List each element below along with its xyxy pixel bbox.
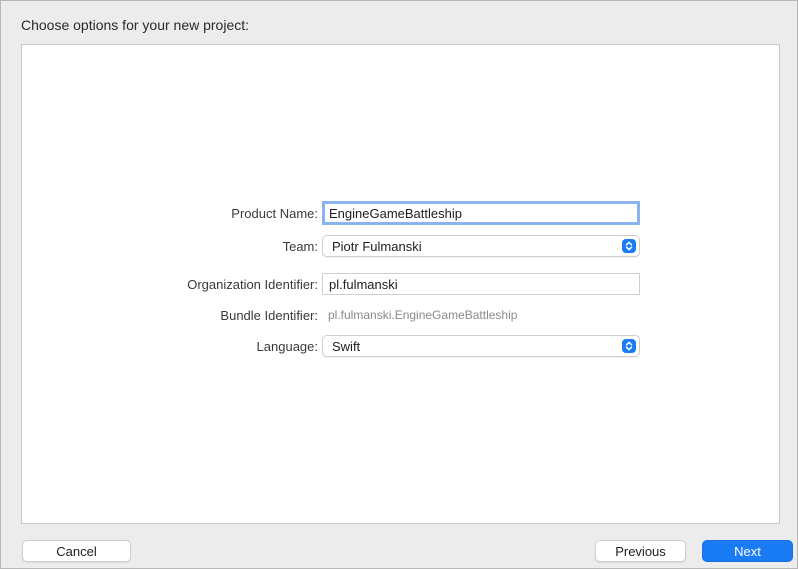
bundle-identifier-label: Bundle Identifier: bbox=[220, 308, 318, 323]
bundle-identifier-value: pl.fulmanski.EngineGameBattleship bbox=[328, 308, 518, 322]
organization-identifier-label: Organization Identifier: bbox=[187, 277, 318, 292]
language-popup[interactable]: Swift bbox=[322, 335, 640, 357]
team-row: Team: Piotr Fulmanski bbox=[22, 235, 779, 259]
product-name-row: Product Name: bbox=[22, 201, 779, 226]
bundle-identifier-row: Bundle Identifier: pl.fulmanski.EngineGa… bbox=[22, 304, 779, 328]
previous-button[interactable]: Previous bbox=[595, 540, 686, 562]
up-down-chevron-icon bbox=[622, 339, 636, 353]
language-value: Swift bbox=[332, 339, 361, 354]
team-value: Piotr Fulmanski bbox=[332, 239, 422, 254]
language-label: Language: bbox=[256, 339, 318, 354]
up-down-chevron-icon bbox=[622, 239, 636, 253]
product-name-field[interactable] bbox=[322, 201, 640, 225]
cancel-button[interactable]: Cancel bbox=[22, 540, 131, 562]
options-panel: Product Name: Team: Piotr Fulmanski Orga… bbox=[21, 44, 780, 524]
organization-identifier-row: Organization Identifier: bbox=[22, 273, 779, 297]
language-row: Language: Swift bbox=[22, 335, 779, 359]
dialog-title: Choose options for your new project: bbox=[21, 17, 250, 33]
organization-identifier-field[interactable] bbox=[322, 273, 640, 295]
team-popup[interactable]: Piotr Fulmanski bbox=[322, 235, 640, 257]
next-button[interactable]: Next bbox=[702, 540, 793, 562]
new-project-dialog: Choose options for your new project: Pro… bbox=[0, 0, 798, 569]
team-label: Team: bbox=[282, 239, 318, 254]
product-name-label: Product Name: bbox=[231, 206, 318, 221]
